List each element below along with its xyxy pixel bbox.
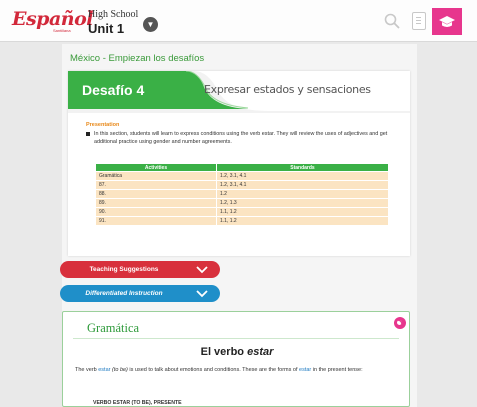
presentation-text: In this section, students will learn to … <box>86 130 400 146</box>
chevron-down-icon <box>196 290 208 298</box>
table-cell: 1.1, 1.2 <box>216 216 389 226</box>
table-row: 88. 1.2 <box>95 189 389 199</box>
differentiated-instruction-button[interactable]: Differentiated Instruction <box>60 285 220 302</box>
table-cell: Gramática <box>95 171 217 181</box>
estar-link[interactable]: estar <box>98 367 110 373</box>
table-cell: 87. <box>95 180 217 190</box>
table-cell: 1.2 <box>216 189 389 199</box>
level-label: High School <box>88 9 139 20</box>
verb-explanation: The verb estar (to be) is used to talk a… <box>75 367 363 373</box>
chevron-down-icon <box>196 266 208 274</box>
table-header: Standards <box>216 163 389 172</box>
differentiated-instruction-label: Differentiated Instruction <box>85 290 163 297</box>
table-cell: 1.2, 1.3 <box>216 198 389 208</box>
table-cell: 1.1, 1.2 <box>216 207 389 217</box>
logo-subtitle: Santillana <box>53 28 71 33</box>
chevron-down-icon[interactable]: ▼ <box>143 17 158 32</box>
desafio-card: Desafío 4 Expresar estados y sensaciones… <box>68 71 410 256</box>
table-cell: 1.2, 3.1, 4.1 <box>216 180 389 190</box>
verb-title: El verbo estar <box>200 346 274 358</box>
teaching-suggestions-label: Teaching Suggestions <box>89 266 159 273</box>
unit-selector-label[interactable]: Unit 1 <box>88 21 124 36</box>
estar-link[interactable]: estar <box>299 367 311 373</box>
desafio-subtitle: Expresar estados y sensaciones <box>204 83 371 96</box>
table-row: Gramática 1.2, 3.1, 4.1 <box>95 171 389 181</box>
standards-table: Activities Standards Gramática 1.2, 3.1, … <box>95 163 389 226</box>
conjugation-heading: VERBO ESTAR (TO BE), PRESENTE <box>93 400 182 406</box>
table-header: Activities <box>95 163 217 172</box>
graduation-cap-icon <box>439 15 455 27</box>
search-icon[interactable] <box>384 13 400 29</box>
presentation-heading: Presentation <box>86 122 120 128</box>
table-row: 90. 1.1, 1.2 <box>95 207 389 217</box>
grammar-heading: Gramática <box>87 321 140 335</box>
graduation-cap-button[interactable] <box>432 8 462 35</box>
table-header-row: Activities Standards <box>95 163 389 172</box>
desafio-number: Desafío 4 <box>82 82 145 98</box>
table-cell: 89. <box>95 198 217 208</box>
grammar-card: Gramática El verbo estar The verb estar … <box>62 311 410 407</box>
app-logo[interactable]: Español <box>12 8 93 30</box>
table-cell: 90. <box>95 207 217 217</box>
top-bar: Español Santillana High School Unit 1 ▼ <box>0 0 477 42</box>
table-cell: 91. <box>95 216 217 226</box>
table-cell: 1.2, 3.1, 4.1 <box>216 171 389 181</box>
globe-icon[interactable] <box>394 317 406 329</box>
document-icon[interactable] <box>412 12 426 30</box>
chapter-title: México - Empiezan los desafíos <box>70 53 205 64</box>
table-row: 91. 1.1, 1.2 <box>95 216 389 226</box>
table-row: 89. 1.2, 1.3 <box>95 198 389 208</box>
table-row: 87. 1.2, 3.1, 4.1 <box>95 180 389 190</box>
table-cell: 88. <box>95 189 217 199</box>
divider <box>73 338 399 339</box>
teaching-suggestions-button[interactable]: Teaching Suggestions <box>60 261 220 278</box>
